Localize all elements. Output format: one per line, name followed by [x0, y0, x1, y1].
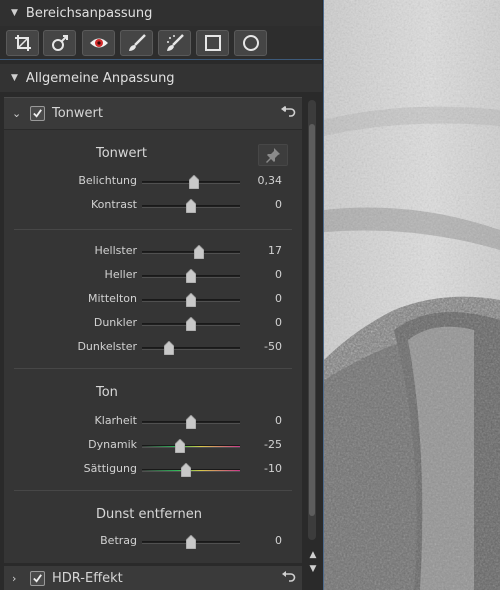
rectangle-icon [204, 35, 221, 51]
slider-track[interactable] [142, 347, 240, 350]
symmetry-tool-button[interactable] [43, 30, 76, 56]
hdr-effect-label: HDR-Effekt [52, 570, 123, 586]
slider-thumb[interactable] [185, 268, 197, 284]
brush-icon [128, 34, 146, 51]
hdr-enable-checkbox[interactable] [30, 570, 45, 586]
slider-thumb[interactable] [193, 244, 205, 260]
group-divider [14, 229, 292, 230]
slider-row: Hellster 17 [4, 244, 302, 260]
slider-value: 0 [275, 268, 282, 281]
circle-icon [242, 35, 259, 51]
tonwert-section: ⌄ Tonwert Tonwert Belichtung 0,34 Kontrast 0… [4, 97, 302, 563]
slider-thumb[interactable] [164, 340, 175, 356]
slider-label: Belichtung [78, 174, 137, 187]
slider-thumb[interactable] [185, 414, 197, 430]
collapse-triangle-icon: ▼ [11, 73, 18, 83]
general-adjust-header[interactable]: ▼ Allgemeine Anpassung [0, 64, 322, 92]
slider-row: Dynamik -25 [4, 438, 302, 454]
brush-tool-button[interactable] [120, 30, 153, 56]
slider-thumb[interactable] [185, 316, 197, 332]
tool-row [0, 26, 322, 60]
photo-preview[interactable] [324, 0, 500, 590]
slider-value: 0 [275, 414, 282, 427]
scroll-down-arrow-icon[interactable]: ▼ [308, 564, 318, 574]
scroll-up-arrow-icon[interactable]: ▲ [308, 550, 318, 560]
slider-row: Klarheit 0 [4, 414, 302, 430]
slider-row: Belichtung 0,34 [4, 174, 302, 190]
slider-value: 17 [268, 244, 282, 257]
tonwert-section-header[interactable]: ⌄ Tonwert [4, 98, 302, 130]
app-window: ▼ Bereichsanpassung ▼ Allgemeine Anpassu… [0, 0, 500, 590]
slider-label: Klarheit [94, 414, 137, 427]
adjustment-panel: ▼ Bereichsanpassung ▼ Allgemeine Anpassu… [0, 0, 324, 590]
slider-label: Mittelton [87, 292, 137, 305]
slider-thumb[interactable] [188, 174, 200, 190]
panel-scrollbar[interactable]: ▲ ▼ [306, 100, 320, 580]
slider-row: Kontrast 0 [4, 198, 302, 214]
slider-value: 0 [275, 198, 282, 211]
reset-icon[interactable] [280, 105, 296, 121]
general-adjust-title: Allgemeine Anpassung [25, 70, 175, 86]
slider-label: Heller [104, 268, 137, 281]
slider-label: Dunkler [93, 316, 137, 329]
slider-thumb[interactable] [174, 438, 186, 454]
slider-value: 0,34 [257, 174, 283, 187]
hdr-effect-header[interactable]: › HDR-Effekt [4, 566, 302, 590]
slider-thumb[interactable] [185, 292, 197, 308]
circle-tool-button[interactable] [234, 30, 267, 56]
rectangle-tool-button[interactable] [196, 30, 229, 56]
scrollbar-thumb[interactable] [309, 124, 315, 516]
tonwert-section-label: Tonwert [52, 106, 103, 121]
slider-value: 0 [275, 534, 282, 547]
slider-label: Dunkelster [77, 340, 137, 353]
red-eye-icon [89, 38, 108, 48]
slider-value: -50 [264, 340, 282, 353]
slider-value: 0 [275, 292, 282, 305]
slider-row: Mittelton 0 [4, 292, 302, 308]
spot-brush-icon [166, 34, 184, 51]
red-eye-tool-button[interactable] [82, 30, 115, 56]
slider-row: Heller 0 [4, 268, 302, 284]
slider-label: Hellster [94, 244, 138, 257]
gender-icon [51, 35, 68, 51]
group-divider [14, 368, 292, 369]
chevron-right-icon[interactable]: › [12, 572, 30, 585]
slider-row: Dunkelster -50 [4, 340, 302, 356]
slider-thumb[interactable] [185, 534, 197, 550]
crop-tool-button[interactable] [6, 30, 39, 56]
spot-brush-tool-button[interactable] [158, 30, 191, 56]
chevron-down-icon[interactable]: ⌄ [12, 107, 30, 120]
group-divider [14, 490, 292, 491]
tonwert-enable-checkbox[interactable] [30, 106, 45, 121]
collapse-triangle-icon: ▼ [11, 8, 18, 18]
slider-label: Betrag [100, 534, 137, 547]
area-adjust-header[interactable]: ▼ Bereichsanpassung [0, 0, 322, 26]
slider-track[interactable] [142, 251, 240, 254]
slider-value: -25 [264, 438, 282, 451]
crop-icon [14, 35, 31, 51]
slider-label: Kontrast [91, 198, 137, 211]
slider-value: -10 [264, 462, 282, 475]
slider-row: Betrag 0 [4, 534, 302, 550]
photo-image [324, 0, 500, 590]
checkmark-icon [33, 109, 42, 118]
slider-track[interactable] [142, 445, 240, 448]
slider-thumb[interactable] [180, 462, 192, 478]
slider-value: 0 [275, 316, 282, 329]
reset-icon[interactable] [280, 570, 296, 586]
slider-row: Dunkler 0 [4, 316, 302, 332]
slider-label: Sättigung [83, 462, 137, 475]
slider-row: Sättigung -10 [4, 462, 302, 478]
slider-thumb[interactable] [185, 198, 197, 214]
area-adjust-title: Bereichsanpassung [25, 5, 153, 21]
checkmark-icon [33, 573, 42, 583]
slider-label: Dynamik [88, 438, 137, 451]
